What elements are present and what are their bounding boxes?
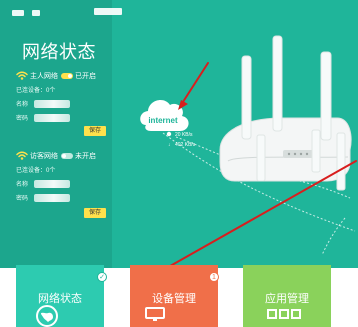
upload-speed: 20 KB/s: [175, 132, 193, 138]
speed-readouts: ↑ 20 KB/s ↓ 402 KB/s: [168, 132, 196, 148]
network-status-tile[interactable]: 网络状态: [16, 265, 104, 327]
app-management-tile-label: 应用管理: [265, 293, 309, 305]
download-arrow-icon: ↓: [168, 142, 171, 148]
router-dashboard: 网络状态 主人网络 已开启 已连设备： 0个 名称 密码 保存 访客网络 未开启…: [0, 0, 358, 327]
device-management-tile[interactable]: 设备管理: [130, 265, 218, 327]
download-speed: 402 KB/s: [175, 142, 196, 148]
app-grid-icon: [267, 309, 301, 319]
network-diagram: internet ↑ 20 KB/s ↓ 402 KB/s: [140, 35, 357, 268]
router-icon: [219, 35, 352, 191]
app-management-tile[interactable]: 应用管理: [243, 265, 331, 327]
globe-icon: [36, 305, 58, 327]
device-management-tile-label: 设备管理: [152, 293, 196, 305]
upload-arrow-icon: ↑: [168, 132, 171, 138]
network-status-tile-label: 网络状态: [38, 293, 82, 305]
network-status-badge: ✓: [97, 272, 107, 282]
monitor-icon: [145, 307, 165, 321]
device-management-badge: 1: [209, 272, 219, 282]
internet-label: internet: [148, 116, 178, 125]
